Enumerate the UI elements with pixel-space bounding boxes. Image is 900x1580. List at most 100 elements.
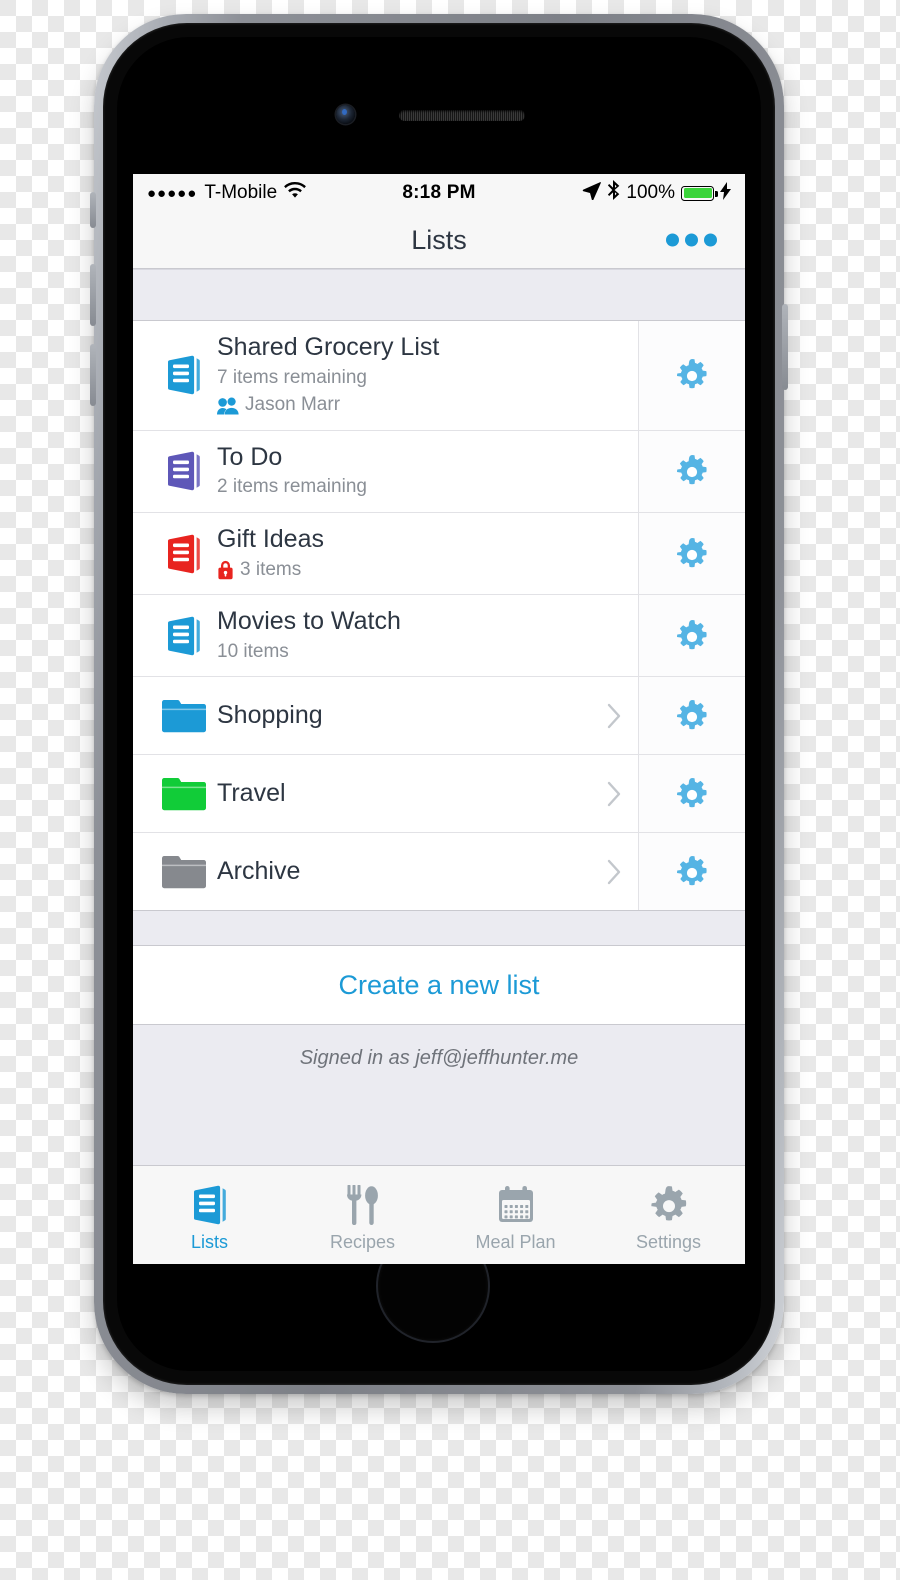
row-title: Travel	[217, 779, 286, 808]
signed-in-label: Signed in as jeff@jeffhunter.me	[299, 1047, 579, 1070]
row-subtitle: 7 items remaining	[217, 366, 628, 391]
tab-lists[interactable]: Lists	[133, 1166, 286, 1264]
table-row: Movies to Watch 10 items	[133, 594, 745, 677]
folder-row-button[interactable]: Shopping	[133, 676, 638, 754]
carrier-label: T-Mobile	[204, 182, 278, 203]
gear-icon	[677, 537, 707, 567]
tab-label: Lists	[190, 1232, 228, 1252]
list-row-button[interactable]: Movies to Watch 10 items	[133, 594, 638, 676]
lock-icon	[218, 560, 233, 580]
row-settings-button[interactable]	[638, 321, 745, 430]
table-row: To Do 2 items remaining	[133, 429, 745, 513]
gear-icon	[650, 1186, 686, 1221]
tab-label: Recipes	[329, 1232, 396, 1252]
table-row: Gift Ideas 3 items	[133, 512, 745, 595]
ellipsis-icon-dot	[704, 233, 717, 247]
footer: Signed in as jeff@jeffhunter.me	[133, 1025, 745, 1165]
lists-table: Shared Grocery List 7 items remaining Jaso…	[133, 321, 745, 911]
row-text: Movies to Watch 10 items	[213, 595, 638, 676]
list-icon	[167, 616, 200, 656]
list-icon	[167, 356, 200, 395]
fork-and-spoon-icon	[346, 1183, 380, 1227]
row-settings-button[interactable]	[638, 754, 745, 833]
row-text: Travel	[213, 767, 607, 821]
tab-recipes[interactable]: Recipes	[286, 1166, 439, 1264]
row-settings-button[interactable]	[638, 594, 745, 677]
front-camera-icon	[336, 105, 355, 124]
row-settings-button[interactable]	[638, 832, 745, 911]
volume-up-button[interactable]	[90, 264, 96, 326]
chevron-right-icon	[607, 859, 638, 885]
list-icon	[155, 355, 213, 395]
people-icon	[217, 397, 239, 415]
earpiece-speaker-icon	[399, 110, 525, 121]
list-icon	[167, 534, 200, 573]
gear-icon	[677, 855, 707, 886]
row-settings-button[interactable]	[638, 512, 745, 595]
chevron-right-icon	[607, 781, 621, 807]
row-title: To Do	[217, 442, 283, 471]
gear-icon	[677, 619, 707, 650]
ellipsis-icon-dot	[685, 233, 698, 247]
volume-down-button[interactable]	[90, 344, 96, 406]
table-section-header	[133, 269, 745, 321]
bluetooth-icon	[607, 180, 620, 206]
row-text: Shopping	[213, 689, 607, 743]
battery-icon	[681, 185, 718, 201]
lock-icon	[217, 560, 234, 580]
row-text: To Do 2 items remaining	[213, 431, 638, 512]
folder-icon	[162, 855, 206, 889]
folder-row-button[interactable]: Travel	[133, 754, 638, 832]
row-text: Shared Grocery List 7 items remaining Jaso…	[213, 321, 638, 430]
tab-label: Meal Plan	[475, 1232, 556, 1252]
list-row-button[interactable]: Gift Ideas 3 items	[133, 512, 638, 594]
ellipsis-icon-dot	[666, 233, 679, 247]
location-arrow-icon	[582, 181, 602, 206]
folder-icon	[155, 855, 213, 889]
row-title: Shared Grocery List	[217, 333, 440, 361]
gear-icon	[677, 777, 707, 808]
create-new-list-button[interactable]: Create a new list	[133, 946, 745, 1026]
list-icon	[192, 1183, 228, 1227]
tab-meal-plan[interactable]: Meal Plan	[439, 1166, 592, 1264]
phone-screen: ●●●●● T-Mobile 8:18 PM 100% Lists Shared…	[133, 174, 745, 1264]
phone-frame: ●●●●● T-Mobile 8:18 PM 100% Lists Shared…	[90, 14, 788, 1394]
navigation-bar: Lists	[133, 212, 745, 269]
row-title: Gift Ideas	[217, 525, 324, 554]
lists-content: Shared Grocery List 7 items remaining Jaso…	[133, 269, 745, 1165]
create-new-list-label: Create a new list	[338, 969, 540, 1000]
row-subtitle-label: 10 items	[217, 640, 289, 662]
folder-icon	[155, 777, 213, 811]
list-row-button[interactable]: Shared Grocery List 7 items remaining Jaso…	[133, 321, 638, 430]
list-icon	[155, 534, 213, 574]
chevron-right-icon	[607, 703, 621, 729]
table-section-separator	[133, 910, 745, 947]
row-subtitle: 3 items	[217, 558, 628, 583]
table-row: Shopping	[133, 676, 745, 755]
calendar-icon	[498, 1186, 533, 1222]
tab-label: Settings	[635, 1232, 702, 1252]
lightning-bolt-icon	[720, 181, 731, 205]
folder-icon	[162, 699, 206, 733]
status-bar: ●●●●● T-Mobile 8:18 PM 100%	[133, 174, 745, 212]
row-text: Archive	[213, 845, 607, 899]
gear-icon	[677, 699, 707, 730]
row-settings-button[interactable]	[638, 676, 745, 755]
gear-icon	[677, 455, 707, 485]
power-button[interactable]	[782, 304, 788, 390]
chevron-right-icon	[607, 781, 638, 807]
list-row-button[interactable]: To Do 2 items remaining	[133, 429, 638, 512]
mute-switch[interactable]	[90, 192, 96, 228]
tab-settings[interactable]: Settings	[592, 1166, 745, 1264]
more-options-button[interactable]	[658, 226, 725, 255]
row-settings-button[interactable]	[638, 429, 745, 513]
calendar-icon	[497, 1183, 535, 1227]
chevron-right-icon	[607, 703, 638, 729]
list-icon	[155, 451, 213, 491]
folder-row-button[interactable]: Archive	[133, 832, 638, 910]
row-text: Gift Ideas 3 items	[213, 513, 638, 594]
signal-strength-icon: ●●●●●	[147, 184, 198, 202]
fork-and-spoon-icon	[346, 1185, 378, 1225]
row-subtitle-label: 2 items remaining	[217, 476, 367, 498]
wifi-icon	[284, 181, 307, 205]
